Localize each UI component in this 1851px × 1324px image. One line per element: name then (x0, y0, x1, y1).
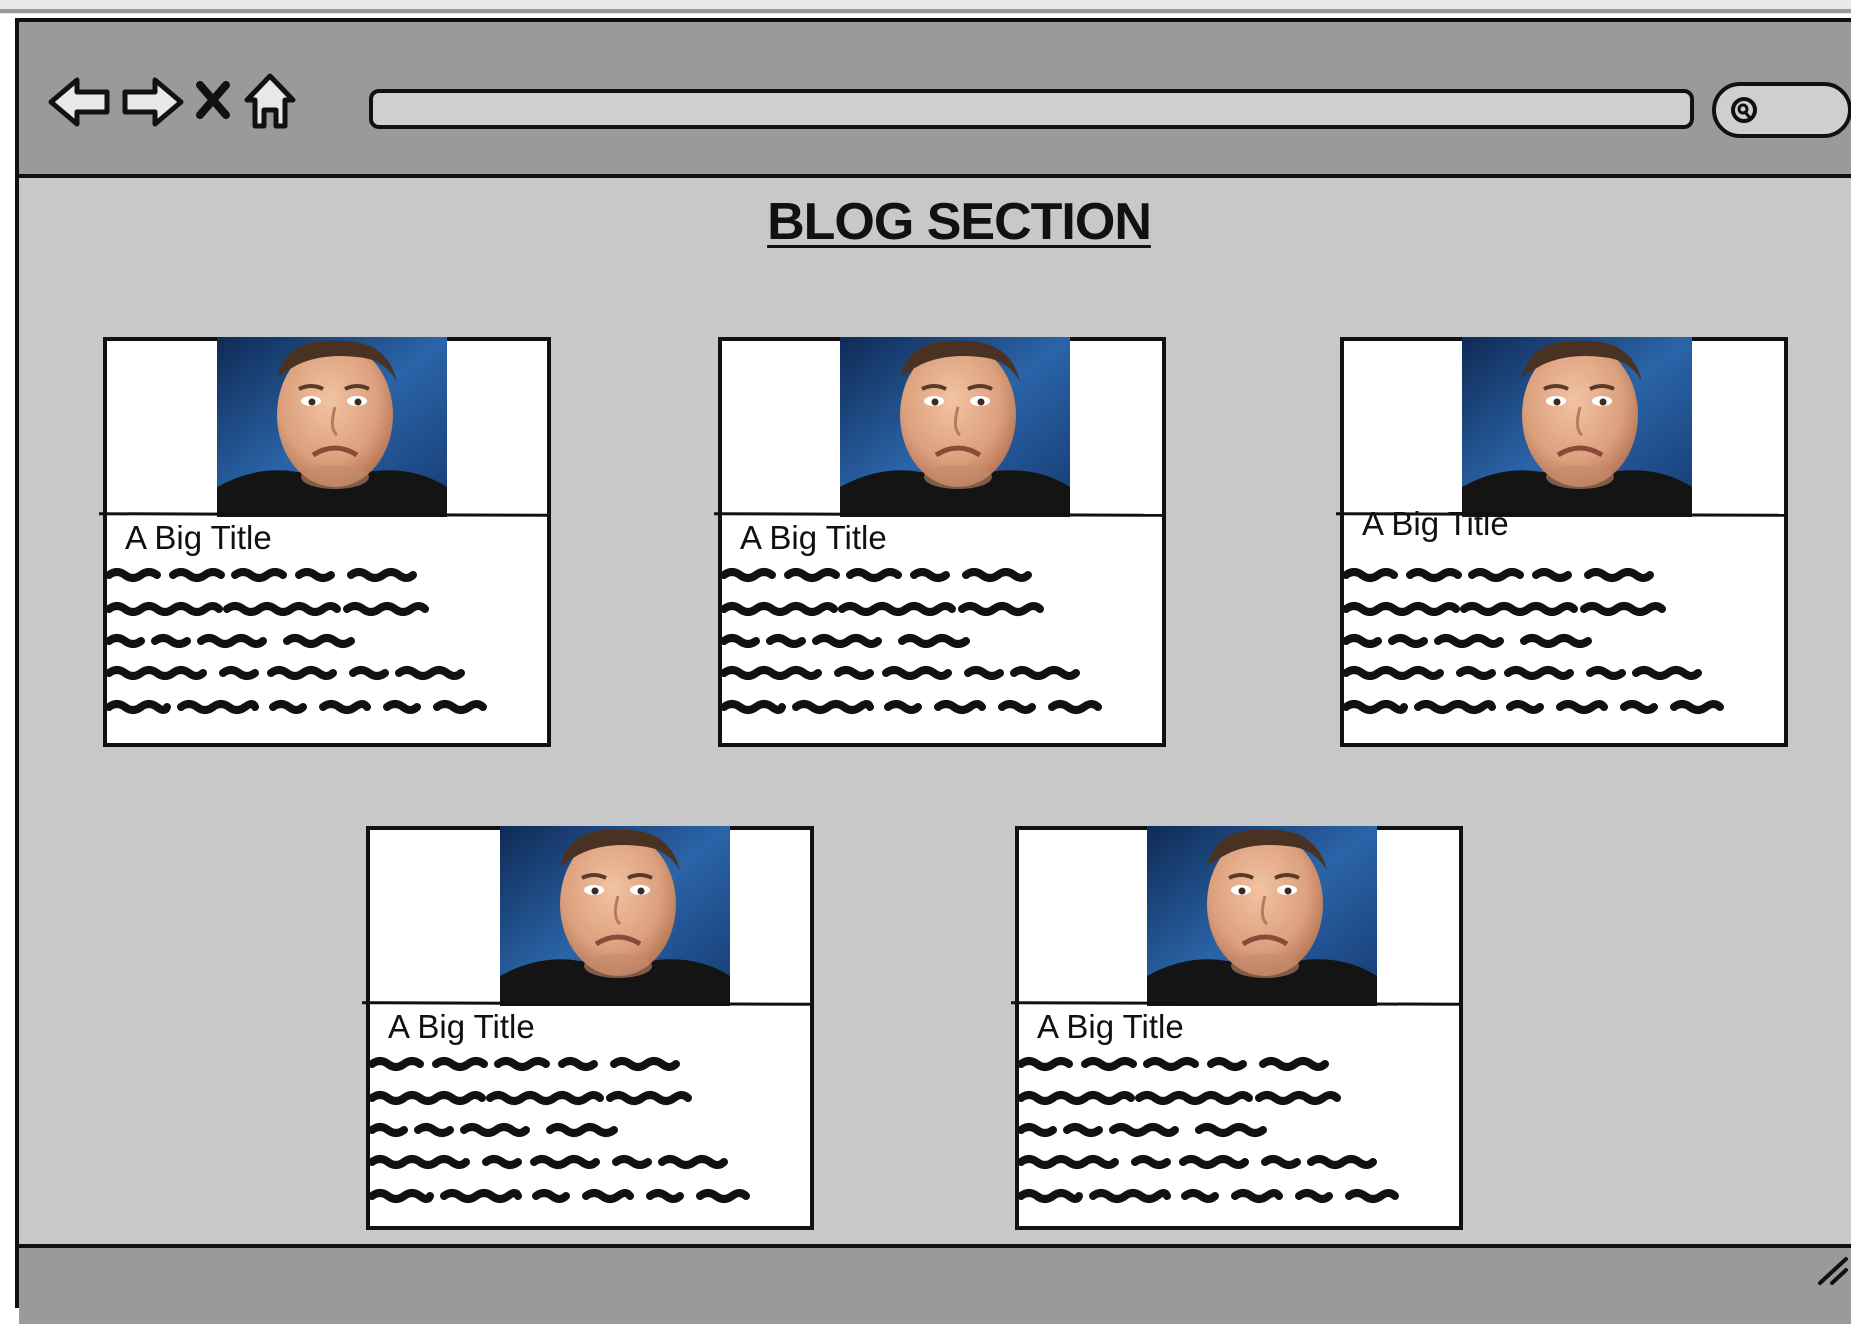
status-bar (19, 1244, 1851, 1324)
blog-card[interactable]: A Big Title (98, 337, 551, 747)
back-arrow-icon[interactable] (47, 74, 113, 130)
forward-arrow-icon[interactable] (119, 74, 185, 130)
search-box[interactable] (1712, 82, 1851, 138)
address-bar[interactable] (369, 89, 1694, 129)
blog-card[interactable]: A Big Title (713, 337, 1166, 747)
card-body-scribble (718, 565, 1158, 735)
resize-grip-icon[interactable] (1816, 1255, 1850, 1290)
card-title[interactable]: A Big Title (1037, 1008, 1184, 1046)
page-title: BLOG SECTION (767, 193, 1152, 251)
top-strip (0, 0, 1851, 14)
close-icon[interactable] (195, 80, 231, 120)
card-title[interactable]: A Big Title (125, 519, 272, 557)
home-icon[interactable] (243, 72, 297, 132)
browser-window: BLOG SECTION A Big Title A Big Title A B… (15, 18, 1851, 1324)
card-body-scribble (103, 565, 543, 735)
blog-card[interactable]: A Big Title (1010, 826, 1463, 1230)
portrait-photo (217, 337, 447, 517)
search-icon[interactable] (1730, 96, 1760, 131)
card-title[interactable]: A Big Title (740, 519, 887, 557)
card-title[interactable]: A Big Title (388, 1008, 535, 1046)
card-title[interactable]: A Big Title (1362, 505, 1509, 543)
portrait-photo (1147, 826, 1377, 1006)
browser-toolbar (19, 22, 1851, 178)
portrait-photo (500, 826, 730, 1006)
card-body-scribble (366, 1054, 806, 1224)
blog-card[interactable]: A Big Title (1335, 337, 1788, 747)
portrait-photo (840, 337, 1070, 517)
card-body-scribble (1340, 565, 1780, 735)
blog-card[interactable]: A Big Title (361, 826, 814, 1230)
edge-mark (2, 650, 10, 666)
portrait-photo (1462, 337, 1692, 517)
card-body-scribble (1015, 1054, 1455, 1224)
